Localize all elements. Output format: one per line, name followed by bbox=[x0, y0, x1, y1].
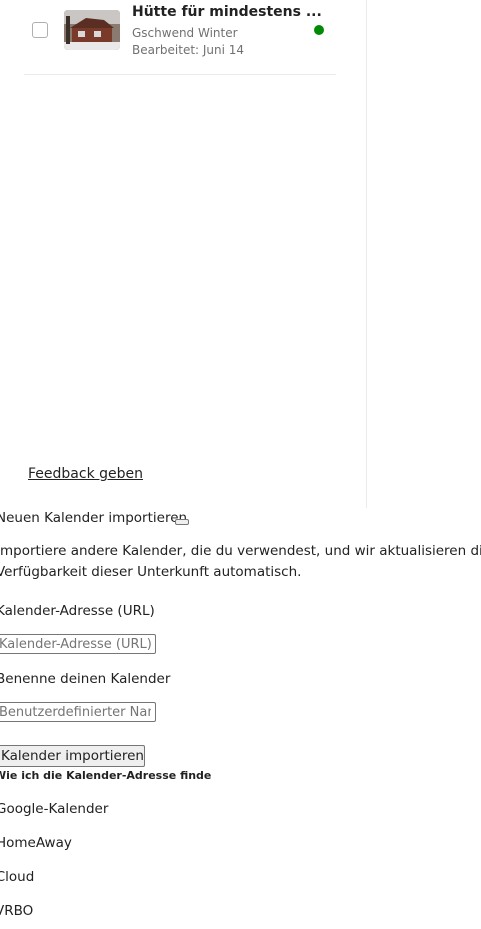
import-description-line1: Importiere andere Kalender, die du verwe… bbox=[0, 543, 481, 559]
listing-title[interactable]: Hütte für mindestens ... bbox=[132, 4, 322, 20]
close-button[interactable] bbox=[175, 519, 189, 525]
vertical-divider bbox=[366, 0, 367, 508]
import-calendar-button[interactable]: Kalender importieren bbox=[0, 745, 145, 767]
listing-thumbnail bbox=[64, 10, 120, 50]
help-heading: Wie ich die Kalender-Adresse finde bbox=[0, 769, 212, 782]
provider-icloud[interactable]: iCloud bbox=[0, 869, 34, 885]
import-heading: Neuen Kalender importieren bbox=[0, 510, 188, 526]
url-label: Kalender-Adresse (URL) bbox=[0, 603, 155, 619]
url-input[interactable] bbox=[0, 634, 156, 654]
feedback-link[interactable]: Feedback geben bbox=[28, 466, 143, 482]
status-dot-icon bbox=[314, 25, 324, 35]
listing-edited-date: Bearbeitet: Juni 14 bbox=[132, 43, 245, 57]
listing-checkbox[interactable] bbox=[32, 22, 48, 38]
provider-google[interactable]: Google-Kalender bbox=[0, 801, 108, 817]
listing-subtitle: Gschwend Winter bbox=[132, 26, 238, 40]
provider-homeaway[interactable]: HomeAway bbox=[0, 835, 72, 851]
import-description-line2: Verfügbarkeit dieser Unterkunft automati… bbox=[0, 564, 302, 580]
name-label: Benenne deinen Kalender bbox=[0, 671, 171, 687]
provider-vrbo[interactable]: VRBO bbox=[0, 903, 33, 919]
listing-row[interactable]: Hütte für mindestens ... Gschwend Winter… bbox=[24, 0, 336, 75]
cabin-photo-image bbox=[64, 10, 120, 50]
calendar-name-input[interactable] bbox=[0, 702, 156, 722]
